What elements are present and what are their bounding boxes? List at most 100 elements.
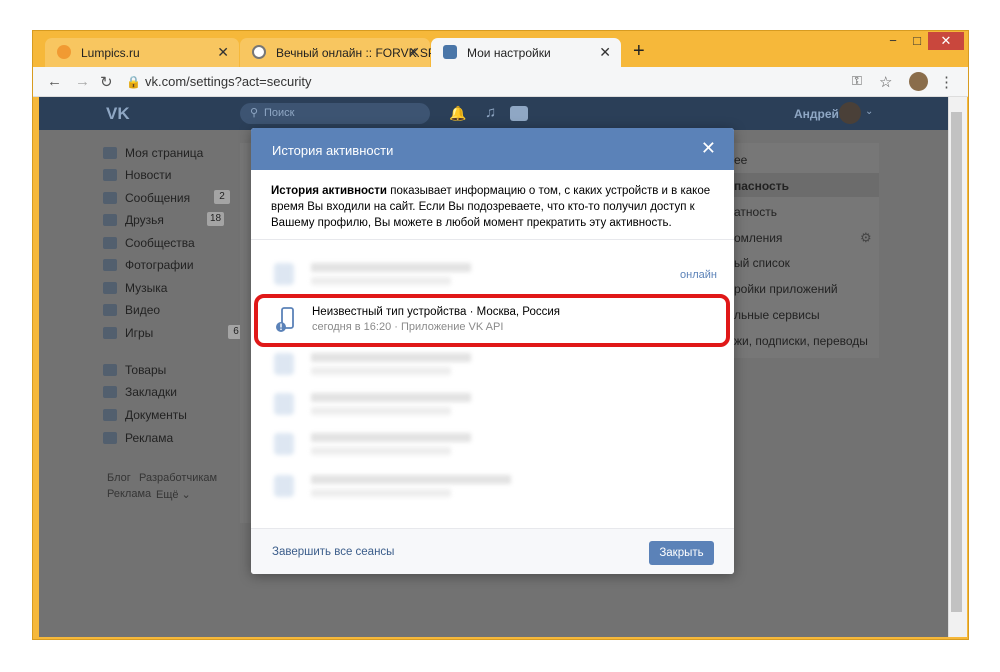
- session-time: сегодня в 16:20: [312, 321, 392, 333]
- settings-menu-item[interactable]: ее: [734, 153, 747, 167]
- blurred-text: [311, 263, 471, 272]
- device-icon: [274, 393, 294, 415]
- settings-menu-item[interactable]: ройки приложений: [734, 282, 838, 296]
- settings-menu: ее пасность атность омления ⚙ ый список …: [734, 143, 879, 358]
- footer-link-developers[interactable]: Разработчикам: [139, 472, 217, 484]
- modal-title: История активности: [272, 143, 394, 158]
- vk-favicon-icon: [443, 45, 457, 59]
- notifications-bell-icon[interactable]: 🔔: [449, 105, 466, 122]
- sidebar-item-label: Музыка: [125, 281, 168, 295]
- sidebar-item-news[interactable]: Новости: [103, 165, 171, 185]
- back-icon[interactable]: ←: [47, 73, 62, 90]
- gear-icon[interactable]: ⚙: [860, 230, 872, 246]
- tab-lumpics[interactable]: Lumpics.ru ✕: [45, 38, 239, 67]
- settings-menu-item[interactable]: жи, подписки, переводы: [734, 334, 868, 348]
- end-all-sessions-link[interactable]: Завершить все сеансы: [272, 546, 394, 558]
- user-avatar[interactable]: [839, 102, 861, 124]
- address-bar[interactable]: vk.com/settings?act=security: [145, 74, 312, 89]
- blurred-text: [311, 475, 511, 484]
- play-icon[interactable]: [510, 106, 528, 121]
- sidebar-item-label: Видео: [125, 303, 161, 317]
- settings-menu-item[interactable]: льные сервисы: [734, 308, 820, 322]
- music-icon[interactable]: ♫: [485, 104, 496, 121]
- session-device: Неизвестный тип устройства: [312, 306, 467, 318]
- sidebar-item-label: Новости: [125, 168, 172, 182]
- close-tab-icon[interactable]: ✕: [599, 44, 611, 61]
- settings-menu-item[interactable]: омления: [734, 231, 782, 245]
- blurred-session-row: [271, 350, 571, 380]
- sidebar-item-goods[interactable]: Товары: [103, 360, 166, 380]
- close-tab-icon[interactable]: ✕: [408, 44, 420, 61]
- blurred-session-row: [271, 472, 571, 502]
- blurred-text: [311, 353, 471, 362]
- browser-toolbar: ← → ↻ 🔒 vk.com/settings?act=security ⚿ ☆…: [33, 67, 968, 97]
- settings-menu-item[interactable]: ый список: [734, 256, 790, 270]
- user-name[interactable]: Андрей: [794, 107, 839, 121]
- video-icon: [103, 304, 117, 316]
- sidebar-item-music[interactable]: Музыка: [103, 278, 167, 298]
- modal-footer: Завершить все сеансы Закрыть: [251, 528, 734, 574]
- session-location: Москва, Россия: [476, 306, 560, 318]
- sidebar-item-documents[interactable]: Документы: [103, 405, 187, 425]
- lock-icon: 🔒: [126, 75, 141, 89]
- sidebar-item-my-page[interactable]: Моя страница: [103, 143, 203, 163]
- window-close-button[interactable]: ✕: [928, 32, 964, 50]
- close-tab-icon[interactable]: ✕: [217, 44, 229, 61]
- tab-strip: Lumpics.ru ✕ Вечный онлайн :: FORVK.SPAC…: [33, 31, 968, 67]
- footer-link-ads[interactable]: Реклама: [107, 488, 151, 500]
- profile-avatar[interactable]: [909, 72, 928, 91]
- blurred-session-row: [271, 260, 571, 290]
- chevron-down-icon[interactable]: ⌄: [865, 106, 873, 117]
- tab-title: Lumpics.ru: [81, 46, 140, 60]
- music-note-icon: [103, 282, 117, 294]
- blurred-text: [311, 407, 451, 415]
- reload-icon[interactable]: ↻: [100, 73, 113, 91]
- blurred-text: [311, 447, 451, 455]
- lumpics-favicon-icon: [57, 45, 71, 59]
- close-button[interactable]: Закрыть: [649, 541, 714, 565]
- footer-link-more[interactable]: Ещё ⌄: [156, 488, 191, 501]
- gamepad-icon: [103, 327, 117, 339]
- vk-header: VK ⚲ Поиск 🔔 ♫ Андрей ⌄: [39, 97, 948, 130]
- footer-link-blog[interactable]: Блог: [107, 472, 131, 484]
- friends-count-badge: 18: [207, 212, 225, 226]
- settings-menu-item-security[interactable]: пасность: [734, 179, 789, 193]
- sidebar-item-label: Товары: [125, 363, 167, 377]
- blurred-text: [311, 277, 451, 285]
- tab-title: Мои настройки: [467, 46, 551, 60]
- scrollbar-thumb[interactable]: [951, 112, 962, 612]
- sidebar-item-ads[interactable]: Реклама: [103, 428, 173, 448]
- camera-icon: [103, 259, 117, 271]
- news-icon: [103, 169, 117, 181]
- sidebar-item-label: Моя страница: [125, 146, 204, 160]
- sidebar-item-communities[interactable]: Сообщества: [103, 233, 195, 253]
- sidebar-item-photos[interactable]: Фотографии: [103, 255, 194, 275]
- search-placeholder: Поиск: [264, 107, 295, 119]
- new-tab-button[interactable]: +: [633, 40, 645, 63]
- search-icon: ⚲: [250, 107, 259, 119]
- tab-forvk[interactable]: Вечный онлайн :: FORVK.SPACE ✕: [240, 38, 460, 67]
- friends-icon: [103, 214, 117, 226]
- online-status: онлайн: [680, 269, 717, 281]
- device-icon: [274, 263, 294, 285]
- session-subtitle: сегодня в 16:20 · Приложение VK API: [312, 321, 504, 333]
- key-icon[interactable]: ⚿: [852, 73, 862, 89]
- sidebar-item-label: Реклама: [125, 431, 174, 445]
- forward-icon[interactable]: →: [75, 73, 90, 90]
- device-icon: [274, 475, 294, 497]
- vk-logo[interactable]: VK: [106, 104, 130, 124]
- settings-menu-item[interactable]: атность: [734, 205, 777, 219]
- star-icon: [103, 386, 117, 398]
- device-icon: [274, 433, 294, 455]
- bookmark-star-icon[interactable]: ☆: [879, 73, 892, 91]
- vk-search-input[interactable]: ⚲ Поиск: [240, 103, 430, 124]
- close-icon[interactable]: ✕: [701, 139, 716, 157]
- sidebar-item-bookmarks[interactable]: Закладки: [103, 382, 177, 402]
- sidebar-item-video[interactable]: Видео: [103, 300, 160, 320]
- communities-icon: [103, 237, 117, 249]
- menu-dots-icon[interactable]: ⋮: [939, 73, 954, 91]
- unknown-device-icon: [276, 307, 294, 332]
- description-bold: История активности: [271, 185, 388, 197]
- activity-history-modal: История активности ✕ История активности …: [251, 128, 734, 574]
- tab-settings[interactable]: Мои настройки ✕: [431, 38, 621, 67]
